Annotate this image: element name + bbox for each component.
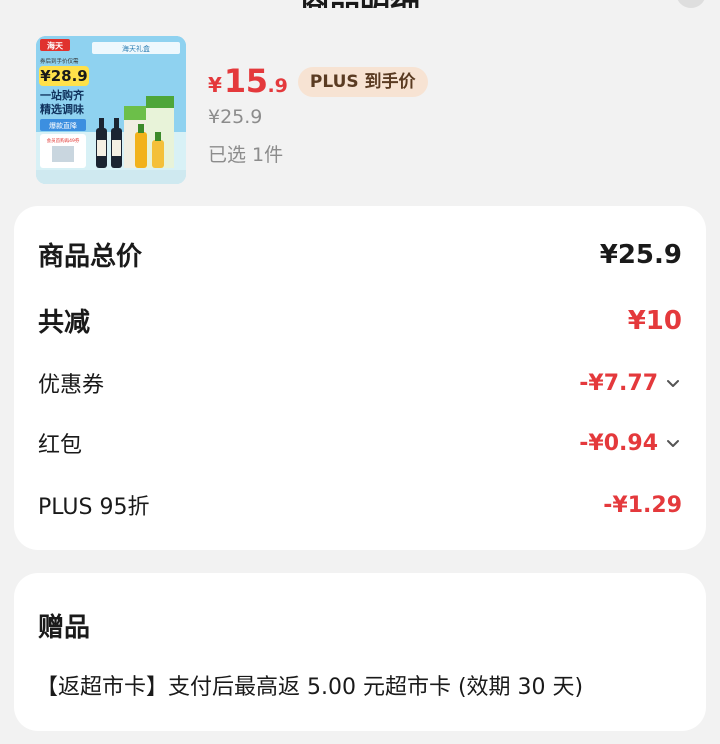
plus-discount-label: PLUS 95折: [38, 495, 150, 520]
redpacket-row[interactable]: 红包 -¥0.94: [38, 427, 682, 459]
plus-price-badge: PLUS 到手价: [297, 67, 428, 97]
total-value: ¥25.9: [599, 239, 682, 270]
total-label: 商品总价: [38, 242, 143, 272]
price-decimal: .9: [267, 75, 288, 97]
slogan-line-2: 精选调味: [40, 102, 84, 116]
product-thumbnail-illustration: 海天 海天礼盒 券后到手价仅需 ¥28.9 一站购齐 精选调味 爆款直降 会员首…: [36, 36, 186, 184]
product-price-row: ¥ 15 .9 PLUS 到手价: [208, 62, 428, 102]
promo-small-text: 券后到手价仅需: [40, 57, 79, 65]
coupon-value-group[interactable]: -¥7.77: [579, 371, 682, 396]
gift-title: 赠品: [38, 613, 91, 643]
coupon-label: 优惠券: [38, 373, 105, 398]
redpacket-value-group[interactable]: -¥0.94: [579, 431, 682, 456]
member-tag: 会员首购再49券: [47, 137, 80, 144]
chevron-down-icon: [667, 380, 679, 387]
original-price: ¥25.9: [208, 106, 263, 128]
redpacket-value: -¥0.94: [579, 430, 658, 456]
banner-text: 海天礼盒: [122, 44, 150, 53]
promo-tag: 爆款直降: [49, 121, 77, 130]
discount-label: 共减: [38, 308, 91, 338]
plus-discount-row: PLUS 95折 -¥1.29: [38, 489, 682, 521]
discount-value: ¥10: [627, 305, 682, 336]
promo-price: ¥28.9: [40, 67, 87, 85]
coupon-row[interactable]: 优惠券 -¥7.77: [38, 367, 682, 399]
plus-discount-value: -¥1.29: [603, 492, 682, 518]
price-integer: 15: [223, 62, 268, 100]
page-title: 商品明细: [0, 0, 720, 8]
gift-card: 赠品 【返超市卡】支付后最高返 5.00 元超市卡 (效期 30 天): [14, 573, 706, 731]
brand-logo: 海天: [47, 41, 64, 51]
coupon-value: -¥7.77: [579, 370, 658, 396]
selected-count: 已选 1件: [208, 144, 284, 166]
total-row: 商品总价 ¥25.9: [38, 236, 682, 273]
product-thumbnail[interactable]: 海天 海天礼盒 券后到手价仅需 ¥28.9 一站购齐 精选调味 爆款直降 会员首…: [36, 36, 186, 184]
price-summary-card: 商品总价 ¥25.9 共减 ¥10 优惠券 -¥7.77 红包 -¥0.94 P…: [14, 206, 706, 550]
product-header: 海天 海天礼盒 券后到手价仅需 ¥28.9 一站购齐 精选调味 爆款直降 会员首…: [36, 36, 696, 186]
price-currency: ¥: [208, 73, 222, 97]
chevron-down-icon: [667, 440, 679, 447]
gift-description: 【返超市卡】支付后最高返 5.00 元超市卡 (效期 30 天): [36, 675, 584, 700]
redpacket-label: 红包: [38, 433, 83, 458]
discount-row: 共减 ¥10: [38, 302, 682, 339]
slogan-line-1: 一站购齐: [40, 88, 85, 102]
